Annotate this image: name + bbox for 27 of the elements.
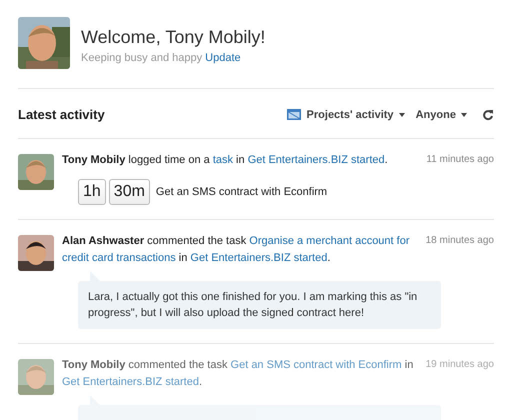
caret-icon bbox=[461, 112, 467, 117]
activity-link[interactable]: Get an SMS contract with Econfirm bbox=[230, 359, 402, 371]
folder-icon bbox=[286, 109, 301, 120]
timestamp: 18 minutes ago bbox=[426, 235, 494, 248]
activity-text: Tony Mobily logged time on a task in Get Entertainers.BIZ started. bbox=[62, 153, 388, 168]
activity-link[interactable]: credit card transactions bbox=[62, 252, 176, 264]
activity-link[interactable]: Get Entertainers.BIZ started bbox=[190, 252, 328, 264]
refresh-icon[interactable] bbox=[482, 108, 494, 120]
activity-link[interactable]: Get Entertainers.BIZ started bbox=[248, 154, 385, 166]
activity-link[interactable]: Organise a merchant account for bbox=[249, 235, 410, 247]
status-text: Keeping busy and happy bbox=[81, 52, 202, 64]
activity-text: Alan Ashwaster commented the task Organise a merchant account for credit card transactions in Get Entertainers.BIZ started. bbox=[62, 234, 410, 266]
minutes-badge: 30m bbox=[108, 179, 150, 205]
section-heading: Latest activity bbox=[18, 107, 105, 122]
hours-badge: 1h bbox=[78, 179, 106, 205]
activity-link[interactable]: task bbox=[212, 154, 233, 166]
projects-dropdown[interactable]: Projects' activity bbox=[306, 108, 410, 120]
activity-link[interactable]: Get Entertainers.BIZ started bbox=[62, 376, 199, 388]
task-name: Get an SMS contract with Econfirm bbox=[156, 186, 328, 198]
activity-text: Tony Mobily commented the task Get an SMS contract with Econfirm in Get Entertainers.BIZ started. bbox=[62, 358, 414, 390]
update-link[interactable]: Update bbox=[205, 52, 241, 64]
welcome-heading: Welcome, Tony Mobily! bbox=[81, 26, 266, 48]
caret-icon bbox=[398, 112, 405, 117]
person-dropdown[interactable]: Anyone bbox=[416, 108, 472, 120]
timestamp: 11 minutes ago bbox=[426, 154, 494, 167]
comment-bubble: Lara, I actually got this one finished for you. I am marking this as "in progress", but I will also upload the signed contract here! bbox=[78, 281, 441, 329]
timestamp: 19 minutes ago bbox=[426, 359, 494, 372]
